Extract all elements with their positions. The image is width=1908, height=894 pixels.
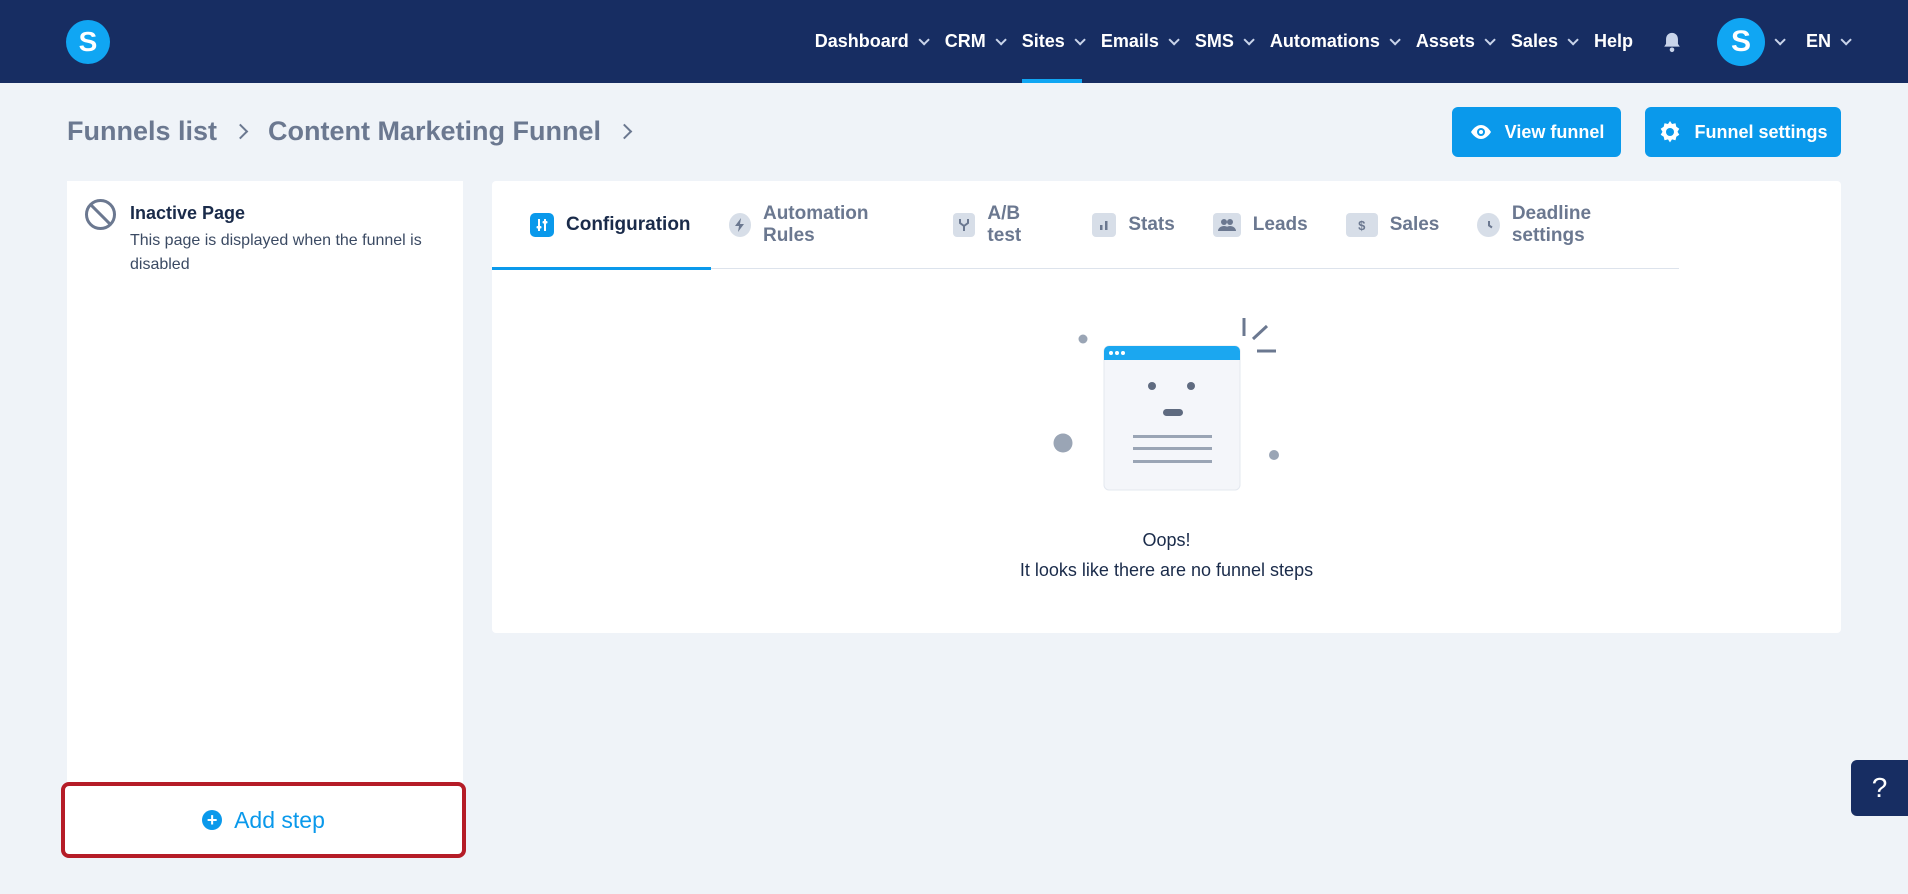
tab-leads[interactable]: Leads	[1212, 181, 1328, 269]
empty-state-subtitle: It looks like there are no funnel steps	[1019, 560, 1314, 580]
chevron-down-icon	[1567, 33, 1579, 46]
funnel-tabs: Configuration Automation Rules A/B test …	[492, 181, 1679, 270]
chevron-down-icon	[1389, 33, 1401, 46]
chevron-right-icon	[232, 123, 249, 140]
language-selector[interactable]: EN	[1806, 0, 1852, 83]
bar-chart-icon	[1092, 213, 1117, 237]
breadcrumb: Funnels list Content Marketing Funnel	[67, 116, 652, 147]
chevron-down-icon[interactable]	[1774, 33, 1786, 46]
tab-sales[interactable]: $ Sales	[1345, 181, 1460, 269]
eye-icon	[1470, 125, 1491, 139]
inactive-page-description: This page is displayed when the funnel i…	[130, 232, 422, 273]
add-step-button[interactable]: + Add step	[61, 782, 466, 858]
chevron-right-icon	[616, 123, 633, 140]
chevron-down-icon	[1168, 33, 1180, 46]
users-icon	[1212, 213, 1241, 237]
tab-automation-rules[interactable]: Automation Rules	[728, 181, 936, 269]
gear-icon	[1661, 121, 1680, 143]
chevron-down-icon	[995, 33, 1007, 46]
bell-icon[interactable]	[1661, 30, 1683, 54]
chevron-down-icon	[918, 33, 930, 46]
nav-item-help[interactable]: Help	[1594, 0, 1633, 83]
nav-item-sites[interactable]: Sites	[1021, 0, 1086, 83]
chevron-down-icon	[1840, 33, 1852, 46]
clock-icon	[1477, 213, 1500, 237]
nav-item-dashboard[interactable]: Dashboard	[815, 0, 930, 83]
chevron-down-icon	[1243, 33, 1255, 46]
help-widget-button[interactable]: ?	[1851, 760, 1908, 816]
chevron-down-icon	[1484, 33, 1496, 46]
sliders-icon	[530, 213, 554, 237]
nav-item-automations[interactable]: Automations	[1270, 0, 1401, 83]
tab-stats[interactable]: Stats	[1092, 181, 1194, 269]
nav-item-sales[interactable]: Sales	[1511, 0, 1579, 83]
empty-funnel-illustration	[1053, 318, 1279, 491]
top-navbar: S Dashboard CRM Sites Emails SMS Automat…	[0, 0, 1908, 83]
funnel-steps-panel: Inactive Page This page is displayed whe…	[67, 181, 463, 851]
chevron-down-icon	[1074, 33, 1086, 46]
nav-item-emails[interactable]: Emails	[1101, 0, 1180, 83]
nav-item-crm[interactable]: CRM	[945, 0, 1007, 83]
nav-item-sms[interactable]: SMS	[1195, 0, 1255, 83]
avatar[interactable]: S	[1716, 17, 1765, 66]
main-nav: Dashboard CRM Sites Emails SMS Automatio…	[796, 0, 1852, 83]
dollar-icon: $	[1345, 213, 1378, 237]
app-logo[interactable]: S	[66, 20, 110, 64]
tab-ab-test[interactable]: A/B test	[953, 181, 1074, 269]
plus-circle-icon: +	[202, 810, 223, 830]
bolt-icon	[728, 213, 751, 237]
empty-state-title: Oops!	[1142, 530, 1191, 550]
tab-configuration[interactable]: Configuration	[492, 181, 711, 270]
nav-item-assets[interactable]: Assets	[1416, 0, 1496, 83]
tab-deadline-settings[interactable]: Deadline settings	[1477, 181, 1679, 269]
inactive-page-title[interactable]: Inactive Page	[130, 203, 245, 224]
funnel-settings-button[interactable]: Funnel settings	[1645, 107, 1841, 157]
view-funnel-button[interactable]: View funnel	[1452, 107, 1621, 157]
split-icon	[953, 213, 976, 237]
breadcrumb-current-funnel[interactable]: Content Marketing Funnel	[268, 116, 601, 147]
ban-icon	[85, 199, 116, 230]
breadcrumb-funnels-list[interactable]: Funnels list	[67, 116, 217, 147]
